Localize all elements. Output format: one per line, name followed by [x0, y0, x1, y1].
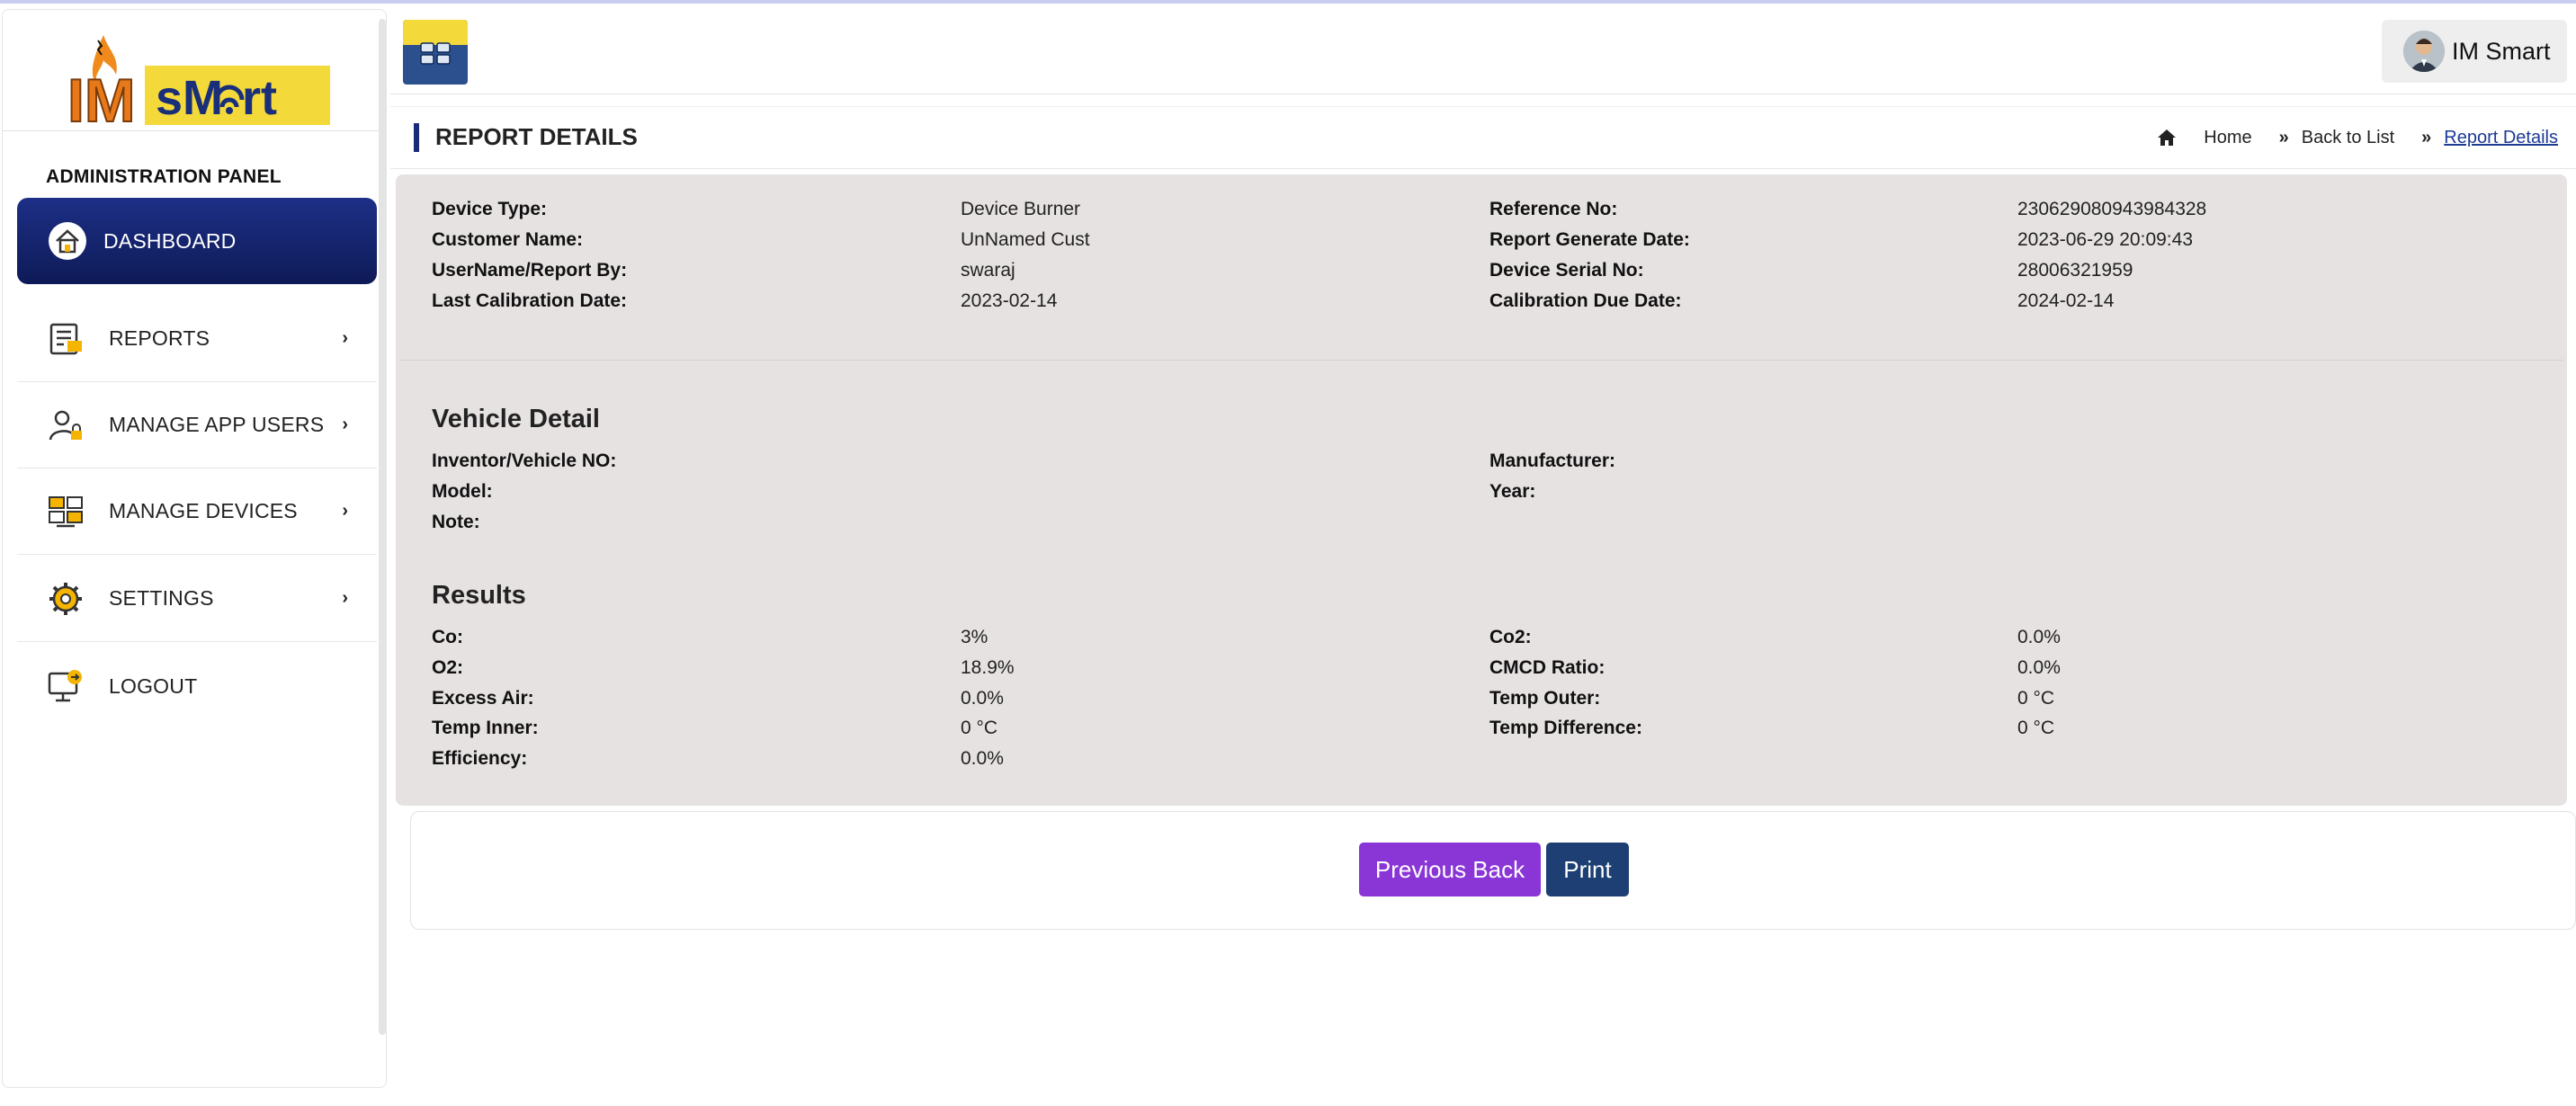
app-grid-icon[interactable]	[403, 20, 468, 85]
chevron-right-icon: ›	[342, 588, 348, 608]
actions-card: Previous Back Print	[410, 811, 2576, 930]
breadcrumb-home[interactable]: Home	[2204, 128, 2251, 148]
report-date-value: 2023-06-29 20:09:43	[2017, 229, 2193, 250]
co-label: Co:	[432, 627, 463, 647]
cmcd-ratio-label: CMCD Ratio:	[1489, 657, 1606, 678]
chevron-right-icon: ›	[342, 328, 348, 348]
model-label: Model:	[432, 481, 493, 502]
temp-difference-value: 0 °C	[2017, 718, 2055, 738]
page-title: REPORT DETAILS	[435, 123, 638, 150]
panel-title: ADMINISTRATION PANEL	[46, 166, 282, 187]
o2-label: O2:	[432, 657, 464, 678]
reference-no-value: 230629080943984328	[2017, 199, 2207, 219]
sidebar-item-label: MANAGE DEVICES	[109, 499, 298, 522]
logo-divider	[3, 130, 379, 131]
reference-no-label: Reference No:	[1489, 199, 1618, 219]
calibration-due-label: Calibration Due Date:	[1489, 290, 1682, 311]
svg-text:IM: IM	[67, 67, 136, 127]
chevron-right-icon: ›	[342, 415, 348, 434]
co2-label: Co2:	[1489, 627, 1532, 647]
double-chevron-icon: »	[2421, 127, 2432, 147]
username-value: swaraj	[961, 260, 1015, 281]
double-chevron-icon: »	[2278, 127, 2289, 147]
gear-icon	[49, 582, 82, 615]
o2-value: 18.9%	[961, 657, 1015, 678]
sidebar-scrollbar[interactable]	[379, 19, 386, 1035]
title-accent-bar	[414, 123, 419, 152]
report-details-panel: Device Type: Device Burner Reference No:…	[396, 174, 2567, 806]
svg-text:sM: sM	[156, 71, 223, 125]
device-type-label: Device Type:	[432, 199, 547, 219]
print-button[interactable]: Print	[1546, 843, 1629, 896]
sidebar-item-logout[interactable]: LOGOUT	[17, 643, 377, 729]
sidebar: IM sM rt ADMINISTRATION PANEL DASHBOARD …	[2, 9, 387, 1088]
sidebar-item-settings[interactable]: SETTINGS ›	[17, 556, 377, 642]
temp-outer-value: 0 °C	[2017, 688, 2055, 709]
avatar	[2403, 31, 2445, 72]
previous-back-button[interactable]: Previous Back	[1359, 843, 1541, 896]
cmcd-ratio-value: 0.0%	[2017, 657, 2061, 678]
top-accent-line	[0, 0, 2576, 4]
temp-outer-label: Temp Outer:	[1489, 688, 1601, 709]
year-label: Year:	[1489, 481, 1536, 502]
breadcrumb: Home » Back to List » Report Details	[2157, 123, 2558, 152]
customer-name-value: UnNamed Cust	[961, 229, 1090, 250]
sidebar-item-label: REPORTS	[109, 326, 210, 350]
serial-no-label: Device Serial No:	[1489, 260, 1644, 281]
top-header: IM Smart	[390, 7, 2576, 94]
sidebar-item-label: SETTINGS	[109, 586, 214, 610]
home-icon	[49, 222, 86, 260]
devices-icon	[49, 495, 83, 527]
calibration-due-value: 2024-02-14	[2017, 290, 2115, 311]
brand-logo[interactable]: IM sM rt	[62, 33, 332, 127]
results-heading: Results	[432, 581, 526, 610]
inventor-label: Inventor/Vehicle NO:	[432, 450, 617, 471]
last-calibration-label: Last Calibration Date:	[432, 290, 628, 311]
co2-value: 0.0%	[2017, 627, 2061, 647]
efficiency-label: Efficiency:	[432, 748, 528, 769]
page-title-bar: REPORT DETAILS Home » Back to List » Rep…	[390, 106, 2576, 169]
co-value: 3%	[961, 627, 988, 647]
logout-icon	[48, 670, 82, 702]
manufacturer-label: Manufacturer:	[1489, 450, 1616, 471]
sidebar-item-dashboard[interactable]: DASHBOARD	[17, 198, 377, 284]
device-type-value: Device Burner	[961, 199, 1081, 219]
sidebar-item-label: DASHBOARD	[103, 228, 237, 253]
section-divider	[399, 360, 2563, 361]
sidebar-item-manage-app-users[interactable]: MANAGE APP USERS ›	[17, 382, 377, 468]
report-date-label: Report Generate Date:	[1489, 229, 1690, 250]
temp-inner-label: Temp Inner:	[432, 718, 539, 738]
vehicle-detail-heading: Vehicle Detail	[432, 405, 600, 433]
last-calibration-value: 2023-02-14	[961, 290, 1058, 311]
breadcrumb-current[interactable]: Report Details	[2444, 128, 2558, 148]
excess-air-label: Excess Air:	[432, 688, 534, 709]
user-lock-icon	[49, 410, 82, 440]
sidebar-item-manage-devices[interactable]: MANAGE DEVICES ›	[17, 468, 377, 555]
temp-inner-value: 0 °C	[961, 718, 998, 738]
excess-air-value: 0.0%	[961, 688, 1004, 709]
sidebar-item-label: MANAGE APP USERS	[109, 413, 325, 436]
serial-no-value: 28006321959	[2017, 260, 2133, 281]
temp-difference-label: Temp Difference:	[1489, 718, 1642, 738]
efficiency-value: 0.0%	[961, 748, 1004, 769]
customer-name-label: Customer Name:	[432, 229, 584, 250]
sidebar-item-label: LOGOUT	[109, 673, 198, 698]
home-icon[interactable]	[2157, 129, 2177, 147]
sidebar-item-reports[interactable]: REPORTS ›	[17, 296, 377, 382]
username-label: UserName/Report By:	[432, 260, 628, 281]
note-label: Note:	[432, 512, 480, 532]
chevron-right-icon: ›	[342, 501, 348, 521]
user-menu[interactable]: IM Smart	[2382, 20, 2567, 83]
breadcrumb-back-to-list[interactable]: Back to List	[2302, 128, 2394, 148]
svg-text:rt: rt	[242, 71, 277, 125]
reports-icon	[49, 323, 82, 354]
user-name: IM Smart	[2452, 38, 2551, 65]
